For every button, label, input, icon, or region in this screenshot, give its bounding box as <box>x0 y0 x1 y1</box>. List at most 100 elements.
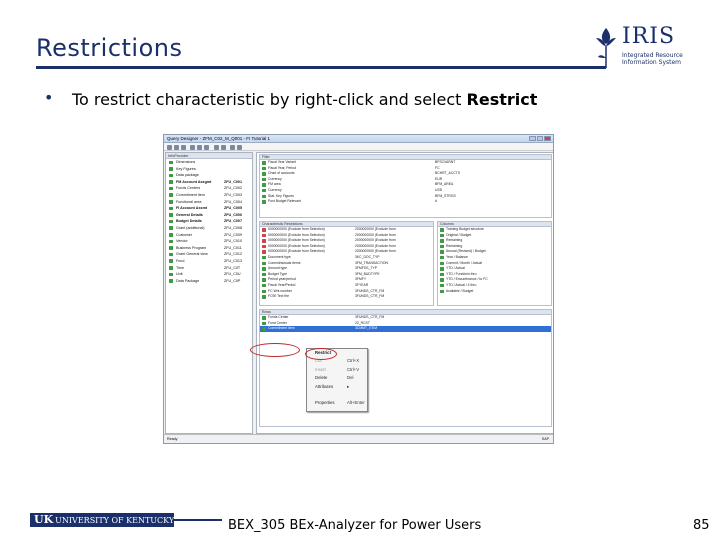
rows-pane: Rows Funds Center 3FUNDS_CTR_FM Fund Cente… <box>259 309 552 427</box>
tree-item[interactable]: Key Figures <box>166 166 252 173</box>
infoprovider-tree: InfoProvider Dimensions Key Figures Data p… <box>165 152 253 434</box>
tree-item[interactable]: Grant General view ZFU_C012 <box>166 251 252 258</box>
tree-item[interactable]: FI Account Assmt ZFU_C005 <box>166 205 252 212</box>
close-icon[interactable] <box>544 136 552 141</box>
tree-item[interactable]: Commitment item ZFU_C003 <box>166 192 252 199</box>
tree-item-label: Data Package <box>176 278 200 283</box>
tree-item[interactable]: Vendor ZFU_C010 <box>166 238 252 245</box>
context-menu-item[interactable]: Attributes ▸ <box>307 383 367 391</box>
char-row-label: Period year/period <box>268 277 296 282</box>
context-menu-shortcut: Del <box>347 375 354 381</box>
tree-item[interactable]: Funds Centers ZFU_C002 <box>166 185 252 192</box>
char-row-label: 0000000000 (Exclude from Selection) <box>268 232 325 237</box>
minimize-icon[interactable] <box>529 136 536 141</box>
tree-item-code: ZFU_C007 <box>224 219 243 224</box>
toolbar-help-icon[interactable] <box>237 144 242 150</box>
tree-item-code: ZFU_C0P <box>224 278 241 283</box>
context-menu-item[interactable]: Delete Del <box>307 374 367 382</box>
char-row-label: 0000000000 (Exclude from Selection) <box>268 238 325 243</box>
filter-pane: Filter Fiscal Year Variant BFSCVARNT Fisca… <box>259 154 552 218</box>
characteristic-restrictions-pane: Characteristic Restrictions 0000000000 (… <box>259 221 434 306</box>
tree-item-code: ZFU_C009 <box>224 232 243 237</box>
tree-item[interactable]: Customer ZFU_C009 <box>166 232 252 239</box>
tree-item[interactable]: Time ZFU_C0T <box>166 265 252 272</box>
toolbar-check-icon[interactable] <box>214 144 219 150</box>
char-restriction-row[interactable]: FC90 Text fire 3FUNDS_CTR_FM <box>260 294 433 300</box>
tree-item[interactable]: Data Package ZFU_C0P <box>166 278 252 285</box>
maximize-icon[interactable] <box>536 136 544 141</box>
toolbar-copy-icon[interactable] <box>197 144 202 150</box>
tree-item[interactable]: Budget Details ZFU_C007 <box>166 218 252 225</box>
char-row-label: Document type <box>268 254 291 259</box>
tree-item[interactable]: Grant (additional) ZFU_C008 <box>166 225 252 232</box>
tree-item[interactable]: Unit ZFU_C0U <box>166 271 252 278</box>
tree-item-label: Fund <box>176 258 185 263</box>
tree-item-code: ZFU_C006 <box>224 212 243 217</box>
context-menu-item[interactable]: Properties Alt+Enter <box>307 399 367 407</box>
column-row[interactable]: Available / Budget <box>438 289 551 295</box>
filter-row[interactable]: Post Budget Relevant # <box>260 199 551 205</box>
bullet-text: To restrict characteristic by right-clic… <box>72 90 537 109</box>
char-row-label: Amount type <box>268 266 288 271</box>
tree-item-label: Unit <box>176 272 183 277</box>
tree-item-label: Business Program <box>176 245 207 250</box>
toolbar-paste-icon[interactable] <box>204 144 209 150</box>
tree-item-code: ZFU_C012 <box>224 252 243 257</box>
title-rule <box>36 66 606 69</box>
context-menu-shortcut: ▸ <box>347 383 350 389</box>
tree-item[interactable]: FM Account Assgmt ZFU_C001 <box>166 179 252 186</box>
context-menu-item[interactable]: Insert Ctrl+V <box>307 366 367 374</box>
char-row-label: Commit/actuals items <box>268 260 301 265</box>
tree-item[interactable]: General Details ZFU_C006 <box>166 212 252 219</box>
bullet-text-bold: Restrict <box>466 90 538 109</box>
char-row-label: FC Wrk number <box>268 288 292 293</box>
rows-row[interactable]: Commitment Item 3CMMT_ITEM <box>260 326 551 332</box>
toolbar-new-icon[interactable] <box>167 144 172 150</box>
status-right: SAP <box>541 437 549 441</box>
tree-item-code: ZFU_C001 <box>224 179 243 184</box>
tree-item-code: ZFU_C010 <box>224 239 243 244</box>
tree-item[interactable]: Business Program ZFU_C011 <box>166 245 252 252</box>
page-number: 85 <box>693 518 710 533</box>
tree-item[interactable]: Dimensions <box>166 159 252 166</box>
footer-text: BEX_305 BEx-Analyzer for Power Users <box>228 518 482 533</box>
toolbar-properties-icon[interactable] <box>230 144 235 150</box>
toolbar-execute-icon[interactable] <box>221 144 226 150</box>
toolbar <box>164 143 553 151</box>
tree-item[interactable]: Data package <box>166 172 252 179</box>
filter-row-label: Currency <box>268 187 282 192</box>
highlight-restrict <box>305 348 337 360</box>
iris-logo: IRIS Integrated Resource Information Sys… <box>592 22 702 72</box>
tree-item-code: ZFU_C008 <box>224 225 243 230</box>
highlight-commitment-item <box>250 343 300 357</box>
tree-item-code: ZFU_C003 <box>224 192 243 197</box>
designer-area: Filter Fiscal Year Variant BFSCVARNT Fisca… <box>256 152 553 434</box>
tree-item-label: Data package <box>176 173 199 178</box>
rows-row-label: Commitment Item <box>268 326 295 331</box>
tree-item-label: Dimensions <box>176 160 196 164</box>
char-row-label: Fiscal Year/Period <box>268 282 296 287</box>
context-menu-label: Properties <box>315 400 335 406</box>
uk-name: UNIVERSITY OF KENTUCKY <box>55 516 174 525</box>
tree-item[interactable]: Fund ZFU_C013 <box>166 258 252 265</box>
tree-item-code: ZFU_C002 <box>224 186 243 191</box>
context-menu-label: Delete <box>315 375 328 381</box>
columns-pane: Columns Training Budget structure Origina… <box>437 221 552 306</box>
tree-item-label: Customer <box>176 232 192 237</box>
tree-item-label: Grant (additional) <box>176 225 205 230</box>
toolbar-save-icon[interactable] <box>181 144 186 150</box>
filter-row-label: Fiscal Year, Period <box>268 165 297 170</box>
tree-item[interactable]: Functional area ZFU_C004 <box>166 199 252 206</box>
tree-item-code: ZFU_C0T <box>224 265 241 270</box>
uk-footer-logo: UK UNIVERSITY OF KENTUCKY <box>30 513 174 527</box>
footer-rule <box>174 519 222 521</box>
char-row-label: FC90 Text fire <box>268 294 290 299</box>
toolbar-open-icon[interactable] <box>174 144 179 150</box>
window-title: Query Designer - ZFM_C02_M_Q001 - FI Tut… <box>167 136 271 141</box>
context-menu-item[interactable] <box>307 391 367 399</box>
toolbar-cut-icon[interactable] <box>190 144 195 150</box>
context-menu-label: Insert <box>315 366 326 372</box>
tree-item-label: FI Account Assmt <box>176 206 208 211</box>
tree-item-code: ZFU_C005 <box>224 206 243 211</box>
context-menu-shortcut: Ctrl+X <box>347 358 360 364</box>
